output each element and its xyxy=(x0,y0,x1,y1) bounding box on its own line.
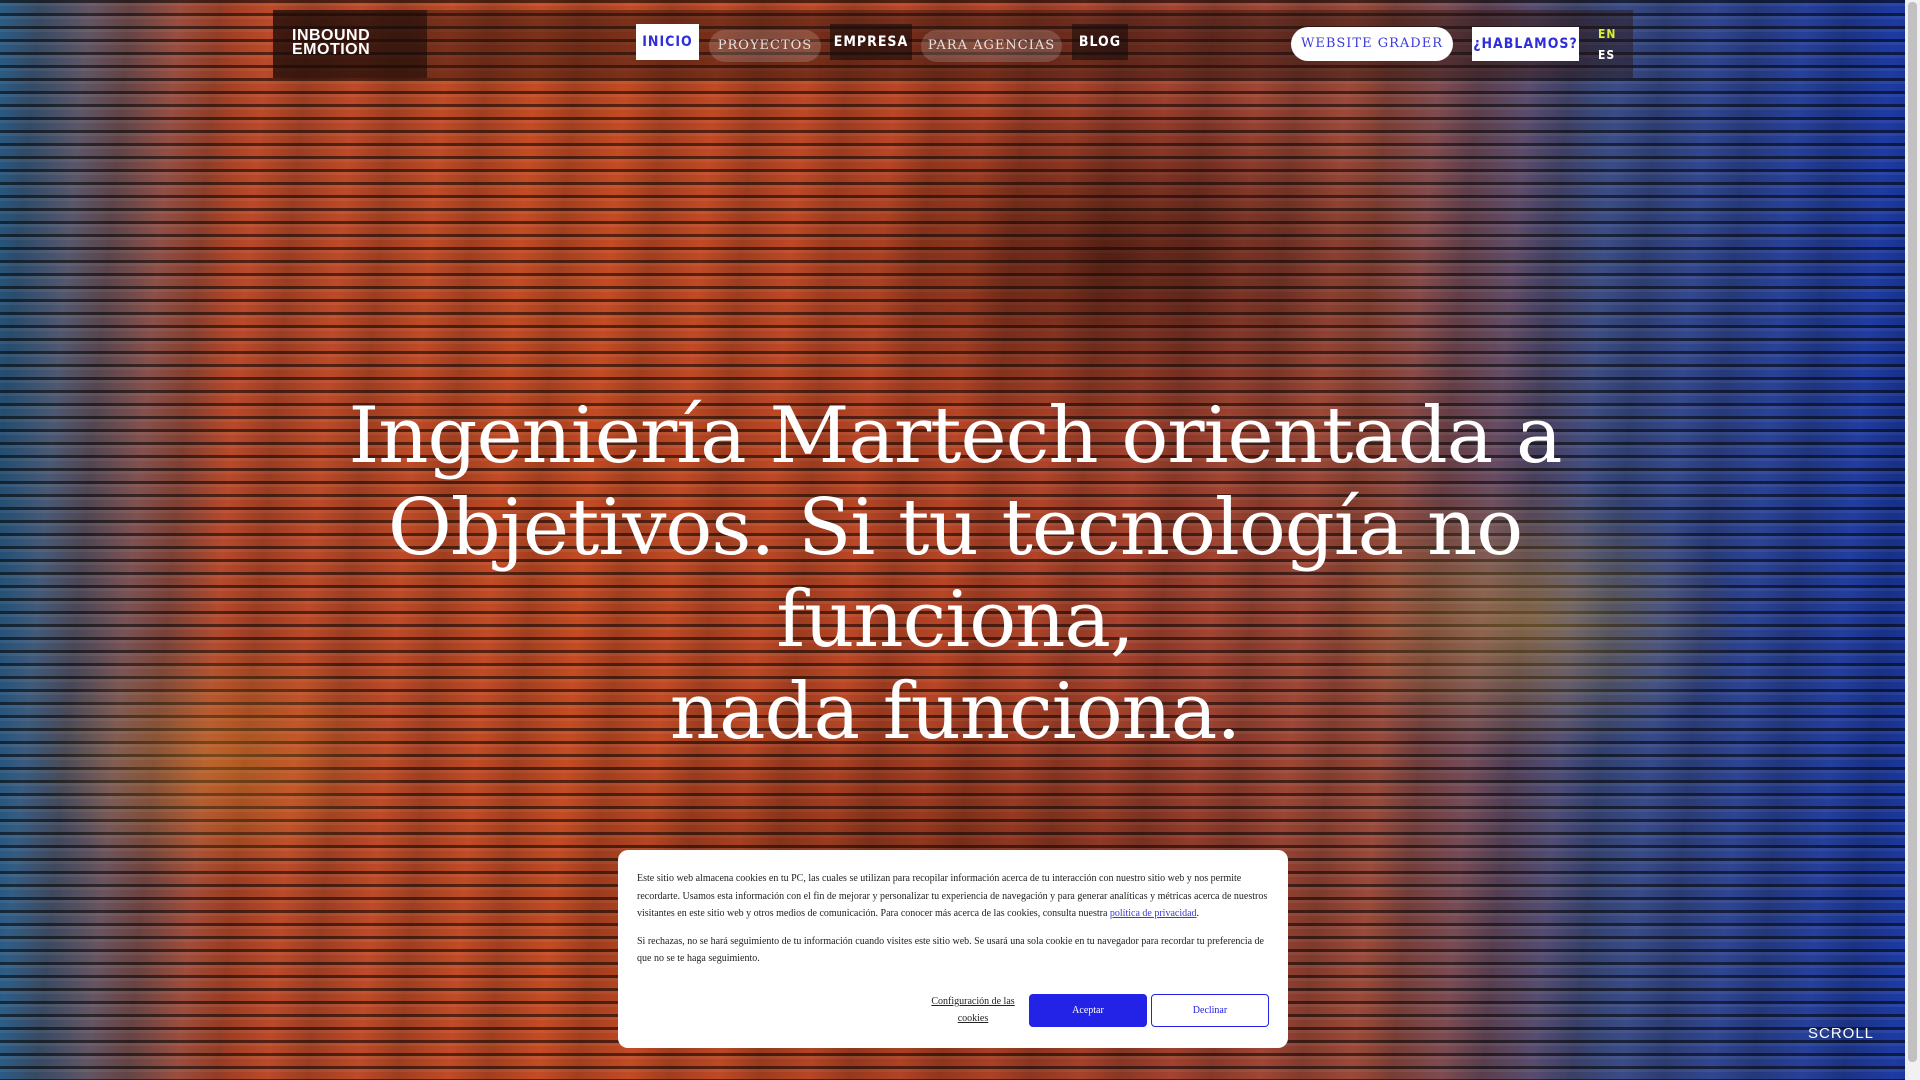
logo-wordmark: INBOUND EMOTION xyxy=(292,28,371,58)
contact-button[interactable]: ¿HABLAMOS? xyxy=(1472,27,1579,61)
privacy-policy-link[interactable]: política de privacidad xyxy=(1110,908,1197,919)
cookie-consent-banner: Este sitio web almacena cookies en tu PC… xyxy=(618,850,1288,1048)
cookie-settings-link[interactable]: Configuración de las cookies xyxy=(918,993,1028,1027)
accept-cookies-button[interactable]: Aceptar xyxy=(1029,994,1147,1027)
nav-item-proyectos[interactable]: PROYECTOS xyxy=(709,30,821,62)
language-es-link[interactable]: ES xyxy=(1598,48,1615,62)
decline-cookies-button[interactable]: Declinar xyxy=(1151,994,1269,1027)
scroll-indicator[interactable]: SCROLL xyxy=(1808,1025,1874,1042)
nav-item-inicio[interactable]: INICIO xyxy=(636,24,699,60)
site-logo[interactable]: INBOUND EMOTION xyxy=(273,10,427,78)
logo-line-2: EMOTION xyxy=(292,41,371,58)
cookie-actions: Configuración de las cookies Aceptar Dec… xyxy=(618,993,1288,1033)
cookie-text-paragraph-1: Este sitio web almacena cookies en tu PC… xyxy=(637,870,1269,923)
scrollbar-thumb[interactable] xyxy=(1908,2,1917,1062)
nav-item-blog[interactable]: BLOG xyxy=(1072,24,1128,60)
nav-item-para-agencias[interactable]: PARA AGENCIAS xyxy=(921,30,1062,62)
hero-headline-line-2: Objetivos. Si tu tecnología no funciona, xyxy=(387,483,1523,665)
hero-headline: Ingeniería Martech orientada a Objetivos… xyxy=(270,390,1640,758)
website-grader-button[interactable]: WEBSITE GRADER xyxy=(1291,27,1453,61)
cookie-text-1-end: . xyxy=(1196,908,1200,919)
nav-item-empresa[interactable]: EMPRESA xyxy=(830,24,912,60)
page-scrollbar[interactable] xyxy=(1905,0,1920,1080)
hero-headline-line-1: Ingeniería Martech orientada a xyxy=(348,391,1562,481)
cookie-text-paragraph-2: Si rechazas, no se hará seguimiento de t… xyxy=(637,935,1264,965)
language-en-link[interactable]: EN xyxy=(1598,27,1616,41)
hero-headline-line-3: nada funciona. xyxy=(669,667,1241,757)
